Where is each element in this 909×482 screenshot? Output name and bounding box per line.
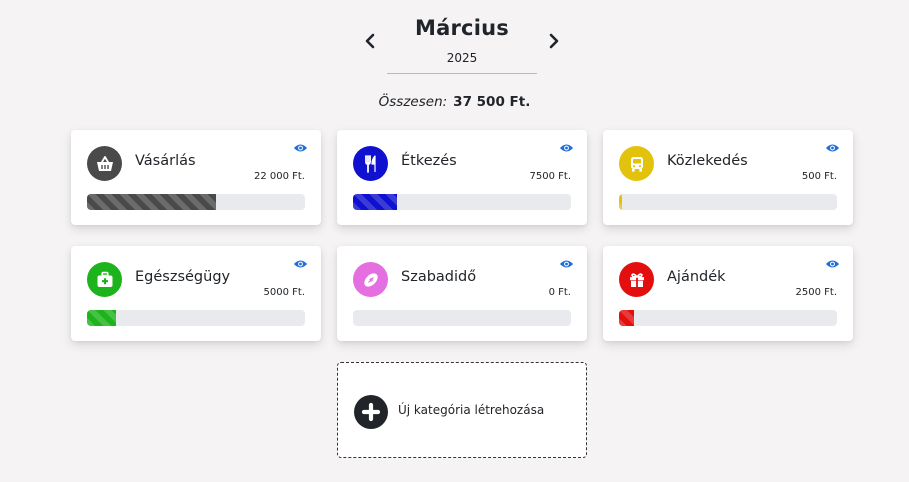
category-progress-fill: [353, 194, 397, 210]
category-progress-fill: [619, 310, 634, 326]
football-icon: [353, 262, 388, 297]
category-name: Étkezés: [401, 153, 457, 169]
total-summary: Összesen: 37 500 Ft.: [0, 94, 909, 110]
month-header: Március 2025 Összesen: 37 500 Ft.: [0, 0, 909, 120]
category-progress-bar: [619, 194, 837, 210]
category-card[interactable]: Étkezés 7500 Ft.: [337, 130, 587, 225]
total-value: 37 500 Ft.: [453, 94, 531, 110]
category-progress-bar: [619, 310, 837, 326]
medkit-icon: [87, 262, 122, 297]
utensils-icon: [353, 146, 388, 181]
next-month-button[interactable]: [544, 30, 564, 52]
category-amount: 500 Ft.: [801, 171, 837, 182]
category-progress-bar: [87, 310, 305, 326]
year-label: 2025: [446, 51, 478, 65]
eye-icon[interactable]: [559, 139, 574, 152]
eye-icon[interactable]: [293, 139, 308, 152]
category-name: Szabadidő: [401, 269, 477, 285]
category-card[interactable]: Vásárlás 22 000 Ft.: [71, 130, 321, 225]
plus-icon: [354, 395, 388, 429]
category-amount: 0 Ft.: [548, 287, 571, 298]
category-amount: 22 000 Ft.: [253, 171, 305, 182]
category-name: Vásárlás: [135, 153, 196, 169]
total-label: Összesen:: [378, 94, 448, 110]
category-card[interactable]: Ajándék 2500 Ft.: [603, 246, 853, 341]
category-progress-fill: [87, 194, 216, 210]
category-card[interactable]: Egészségügy 5000 Ft.: [71, 246, 321, 341]
category-name: Ajándék: [667, 269, 726, 285]
category-progress-bar: [353, 310, 571, 326]
category-progress-fill: [619, 194, 622, 210]
category-progress-bar: [87, 194, 305, 210]
new-category-label: Új kategória létrehozása: [398, 403, 545, 417]
gift-icon: [619, 262, 654, 297]
category-amount: 5000 Ft.: [263, 287, 305, 298]
category-name: Egészségügy: [135, 269, 231, 285]
eye-icon[interactable]: [825, 139, 840, 152]
category-card[interactable]: Közlekedés 500 Ft.: [603, 130, 853, 225]
category-amount: 2500 Ft.: [795, 287, 837, 298]
chevron-right-icon: [549, 33, 559, 49]
category-name: Közlekedés: [667, 153, 748, 169]
basket-icon: [87, 146, 122, 181]
previous-month-button[interactable]: [360, 30, 380, 52]
category-card[interactable]: Szabadidő 0 Ft.: [337, 246, 587, 341]
new-category-button[interactable]: Új kategória létrehozása: [337, 362, 587, 458]
eye-icon[interactable]: [559, 255, 574, 268]
header-divider: [387, 73, 537, 74]
eye-icon[interactable]: [825, 255, 840, 268]
chevron-left-icon: [365, 33, 375, 49]
category-progress-fill: [87, 310, 116, 326]
category-amount: 7500 Ft.: [529, 171, 571, 182]
eye-icon[interactable]: [293, 255, 308, 268]
bus-icon: [619, 146, 654, 181]
category-progress-bar: [353, 194, 571, 210]
month-title: Március: [415, 16, 509, 40]
